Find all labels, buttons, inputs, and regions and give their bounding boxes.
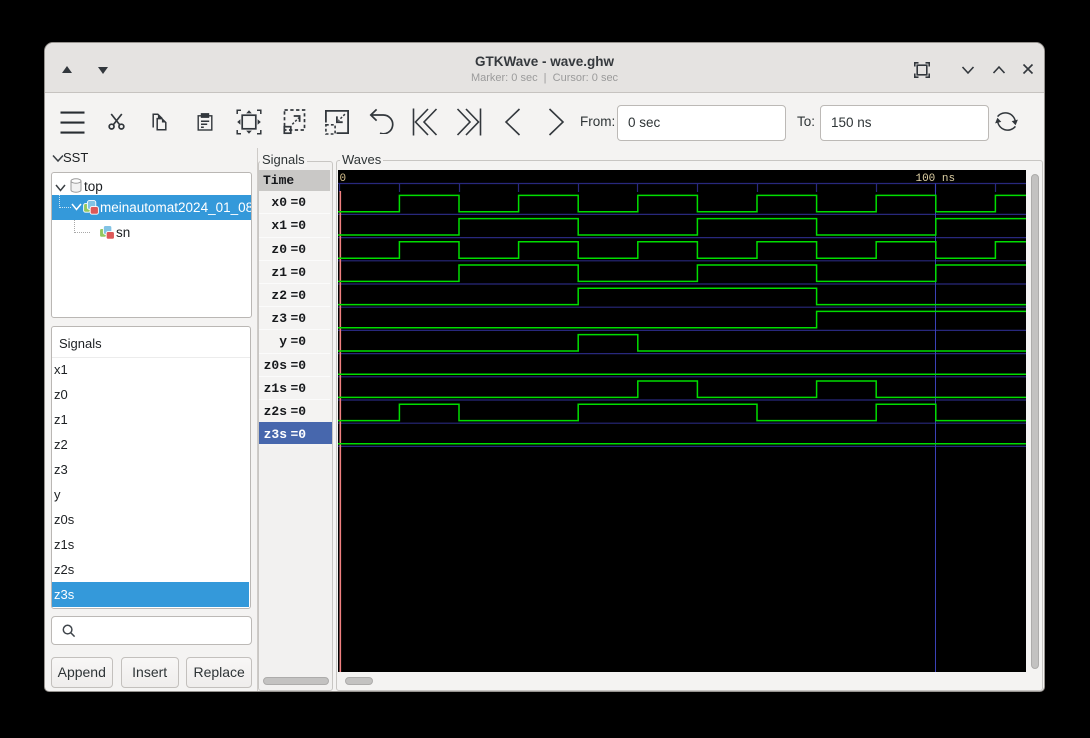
svg-text:100 ns: 100 ns <box>915 173 955 185</box>
svg-text:0: 0 <box>339 173 346 185</box>
